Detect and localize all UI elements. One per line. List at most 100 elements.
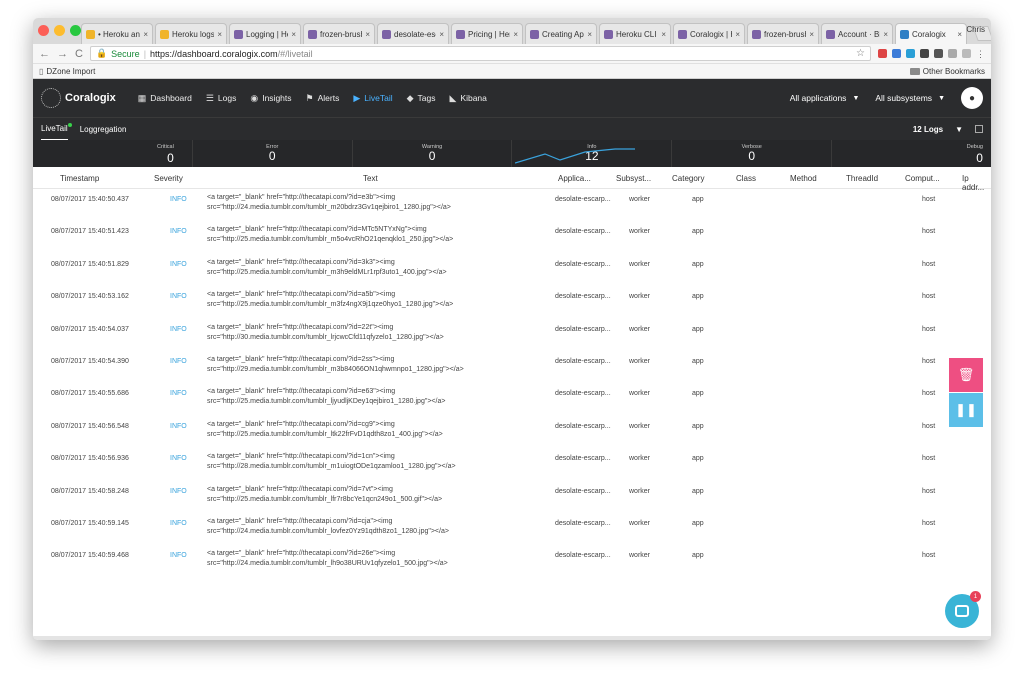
close-window-button[interactable] [38,25,49,36]
browser-tab[interactable]: Heroku logs × [155,23,227,44]
table-row[interactable]: 08/07/2017 15:40:59.145 INFO <a target="_b… [33,513,991,545]
table-row[interactable]: 08/07/2017 15:40:58.248 INFO <a target="_b… [33,481,991,513]
table-header: Timestamp Severity Text Applica... Subsyst..… [33,167,991,192]
nav-insights[interactable]: ◉ Insights [250,93,291,104]
tab-close-icon[interactable]: × [735,30,740,39]
minimize-window-button[interactable] [54,25,65,36]
table-row[interactable]: 08/07/2017 15:40:51.423 INFO <a target="_b… [33,221,991,253]
extension-icon[interactable] [892,49,901,58]
tab-close-icon[interactable]: × [883,30,888,39]
clear-logs-button[interactable]: 🗑 [949,358,983,392]
tab-close-icon[interactable]: × [587,30,592,39]
column-header[interactable]: Timestamp [60,174,99,183]
browser-tab[interactable]: Heroku CLI × [599,23,671,44]
back-icon[interactable]: ← [39,48,50,60]
table-row[interactable]: 08/07/2017 15:40:56.548 INFO <a target="_b… [33,416,991,448]
column-header[interactable]: Subsyst... [616,174,651,183]
caret-down-icon: ▼ [852,94,860,102]
browser-tab[interactable]: frozen-brush × [747,23,819,44]
browser-tab[interactable]: frozen-brush × [303,23,375,44]
browser-tab[interactable]: Logging | He × [229,23,301,44]
applications-dropdown[interactable]: All applications ▼ [790,93,860,103]
coralogix-logo[interactable]: Coralogix [41,88,116,108]
tab-close-icon[interactable]: × [143,30,148,39]
filter-icon[interactable]: ▼ [955,125,963,134]
address-bar[interactable]: 🔒 Secure | https://dashboard.coralogix.c… [89,46,871,61]
logo-mark-icon [41,88,61,108]
subtab-loggregation[interactable]: Loggregation [80,118,127,141]
tab-close-icon[interactable]: × [513,30,518,39]
extension-icon[interactable] [878,49,887,58]
table-row[interactable]: 08/07/2017 15:40:56.936 INFO <a target="_b… [33,448,991,480]
user-avatar[interactable]: ● [961,87,983,109]
tab-close-icon[interactable]: × [957,30,962,39]
column-header[interactable]: Comput... [905,174,940,183]
column-header[interactable]: Method [790,174,817,183]
table-row[interactable]: 08/07/2017 15:40:54.037 INFO <a target="_b… [33,319,991,351]
column-header[interactable]: Class [736,174,756,183]
play-icon: ▶ [353,92,361,103]
severity-debug[interactable]: Debug 0 [831,140,991,167]
table-row[interactable]: 08/07/2017 15:40:50.437 INFO <a target="_b… [33,189,991,221]
bookmark-star-icon[interactable]: ☆ [856,48,865,59]
computer-cell: host [922,487,936,495]
nav-dashboard[interactable]: ▦ Dashboard [138,93,192,104]
menu-dots-icon[interactable]: ⋮ [976,49,985,59]
severity-verbose[interactable]: Verbose 0 [671,140,831,167]
extension-icon[interactable] [948,49,957,58]
browser-tab[interactable]: Account · Bi × [821,23,893,44]
browser-tab[interactable]: • Heroku an × [81,23,153,44]
nav-kibana[interactable]: ◣ Kibana [450,93,487,104]
table-row[interactable]: 08/07/2017 15:40:53.162 INFO <a target="_b… [33,286,991,318]
table-row[interactable]: 08/07/2017 15:40:59.468 INFO <a target="_b… [33,545,991,577]
reload-icon[interactable]: C [75,48,83,60]
browser-tab[interactable]: Creating Ap × [525,23,597,44]
column-header[interactable]: Text [363,174,378,183]
tab-close-icon[interactable]: × [661,30,666,39]
tab-close-icon[interactable]: × [291,30,296,39]
profile-name[interactable]: Chris [966,25,985,34]
browser-tab[interactable]: Coralogix | H × [673,23,745,44]
browser-tab[interactable]: desolate-esc × [377,23,449,44]
subsystems-label: All subsystems [875,93,933,103]
browser-tab[interactable]: Pricing | Her × [451,23,523,44]
nav-tags[interactable]: ◆ Tags [407,93,436,104]
subsystem-cell: worker [629,552,651,560]
nav-livetail[interactable]: ▶ LiveTail [353,93,392,104]
column-header[interactable]: Applica... [558,174,591,183]
column-header[interactable]: Category [672,174,704,183]
severity-critical[interactable]: Critical 0 [33,140,192,167]
column-header[interactable]: Severity [154,174,183,183]
column-header[interactable]: ThreadId [846,174,878,183]
table-row[interactable]: 08/07/2017 15:40:51.829 INFO <a target="_b… [33,254,991,286]
nav-alerts[interactable]: ⚑ Alerts [306,93,340,104]
browser-tab[interactable]: Coralogix × [895,23,967,44]
forward-icon[interactable]: → [57,48,68,60]
tab-close-icon[interactable]: × [217,30,222,39]
tab-close-icon[interactable]: × [365,30,370,39]
subsystem-cell: worker [629,390,651,398]
text-line: <a target="_blank" href="http://thecatap… [207,485,393,493]
severity-error[interactable]: Error 0 [191,140,352,167]
chat-launcher[interactable]: 1 [945,591,981,628]
extension-icon[interactable] [934,49,943,58]
table-row[interactable]: 08/07/2017 15:40:54.390 INFO <a target="_b… [33,351,991,383]
text-line: src="http://29.media.tumblr.com/tumblr_m… [207,366,464,373]
bookmark-dzone-import[interactable]: DZone Import [46,67,95,76]
other-bookmarks[interactable]: Other Bookmarks [909,67,985,76]
subtab-livetail[interactable]: LiveTail [41,118,72,141]
computer-cell: host [922,520,936,527]
maximize-window-button[interactable] [70,25,81,36]
extension-icon[interactable] [962,49,971,58]
subsystems-dropdown[interactable]: All subsystems ▼ [875,93,945,103]
tab-close-icon[interactable]: × [439,30,444,39]
table-row[interactable]: 08/07/2017 15:40:55.686 INFO <a target="_b… [33,383,991,415]
tab-close-icon[interactable]: × [809,30,814,39]
severity-warning[interactable]: Warning 0 [351,140,512,167]
nav-logs[interactable]: ☰ Logs [206,93,237,104]
extension-icon[interactable] [920,49,929,58]
tag-icon: ◆ [406,92,414,103]
pause-button[interactable]: ❚❚ [949,393,983,427]
panel-toggle-icon[interactable] [975,125,983,133]
extension-icon[interactable] [906,49,915,58]
